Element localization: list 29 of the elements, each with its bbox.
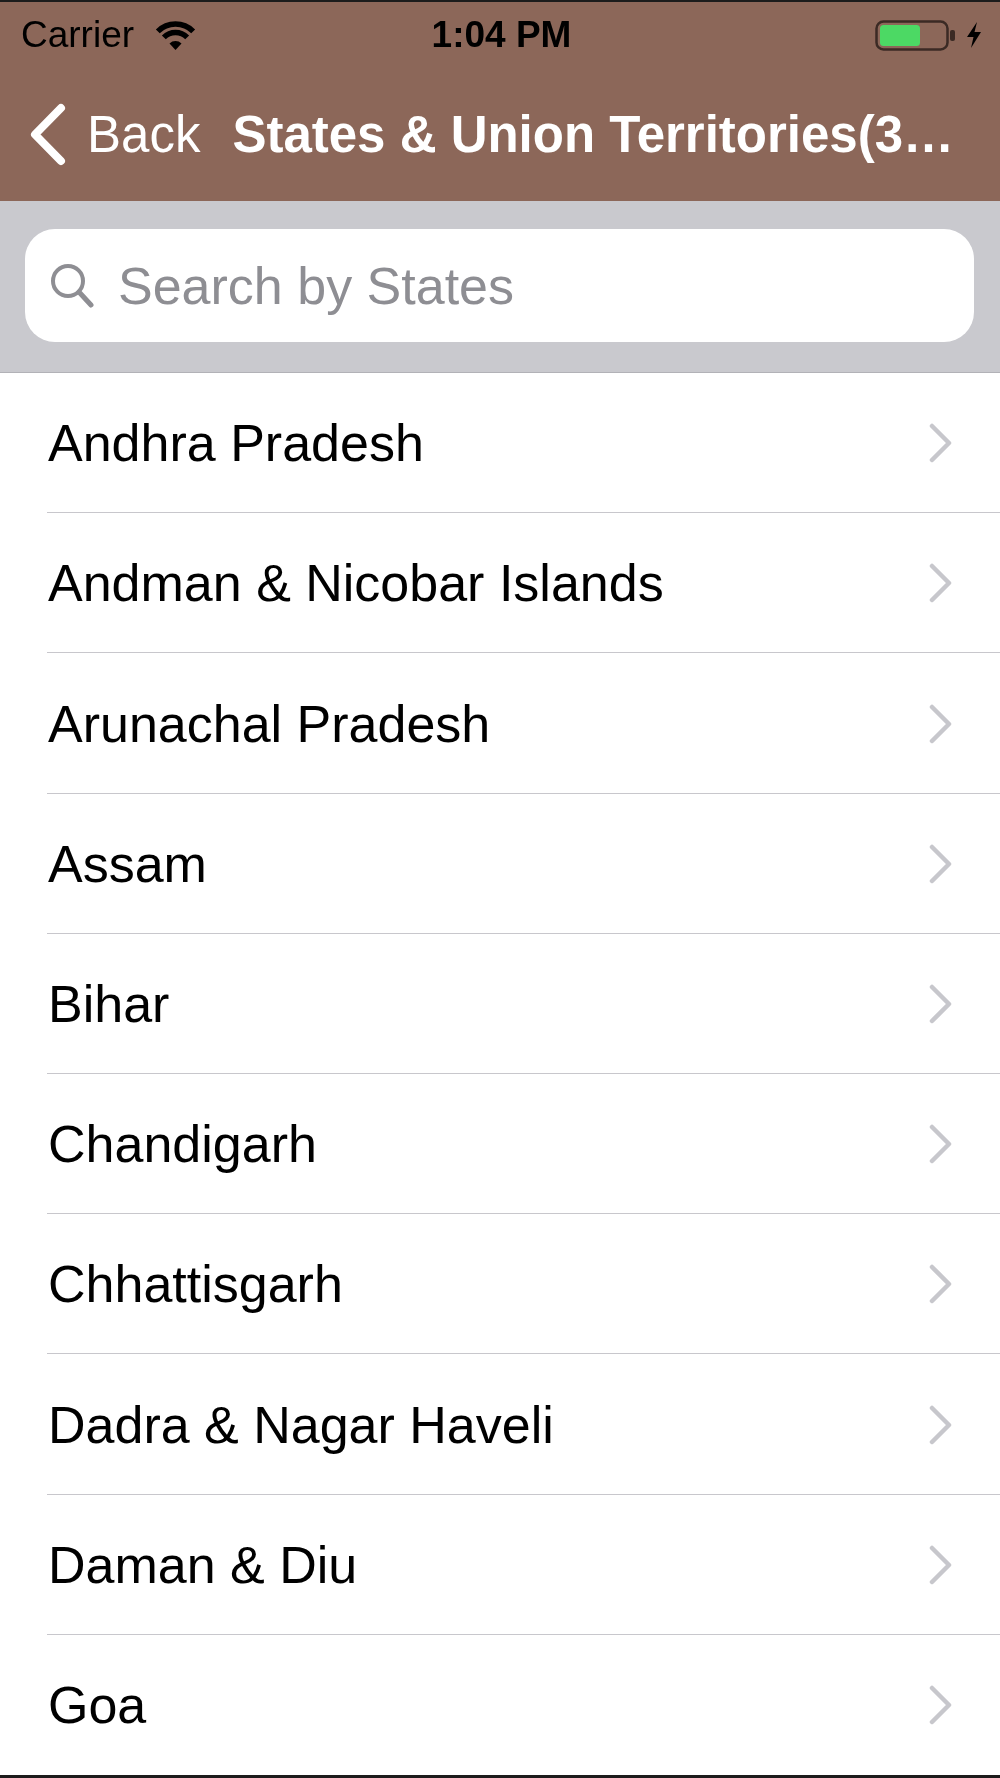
chevron-right-icon — [929, 1124, 952, 1165]
search-field[interactable]: Search by States — [25, 229, 974, 342]
state-list-item[interactable]: Chandigarh — [0, 1074, 1000, 1215]
state-list-item[interactable]: Arunachal Pradesh — [0, 653, 1000, 794]
chevron-right-icon — [929, 1544, 952, 1585]
status-time: 1:04 PM — [431, 14, 572, 56]
charging-bolt-icon — [966, 22, 982, 48]
search-icon — [50, 263, 94, 308]
state-list-item[interactable]: Bihar — [0, 933, 1000, 1074]
state-list-item[interactable]: Chhattisgarh — [0, 1214, 1000, 1355]
chevron-left-icon — [29, 103, 66, 166]
state-list-item[interactable]: Goa — [0, 1634, 1000, 1775]
state-list-item[interactable]: Assam — [0, 793, 1000, 934]
nav-title: States & Union Territories(3… — [232, 105, 955, 164]
back-button[interactable]: Back — [29, 103, 201, 166]
chevron-right-icon — [929, 1404, 952, 1445]
chevron-right-icon — [929, 843, 952, 884]
state-list-item[interactable]: Dadra & Nagar Haveli — [0, 1354, 1000, 1495]
chevron-right-icon — [929, 423, 952, 464]
battery-icon — [875, 19, 957, 51]
state-list-item[interactable]: Daman & Diu — [0, 1494, 1000, 1635]
chevron-right-icon — [929, 983, 952, 1024]
chevron-right-icon — [929, 563, 952, 604]
state-list-item[interactable]: Andhra Pradesh — [0, 373, 1000, 514]
chevron-right-icon — [929, 1264, 952, 1305]
state-list-item[interactable]: Andman & Nicobar Islands — [0, 513, 1000, 654]
chevron-right-icon — [929, 1684, 952, 1725]
chevron-right-icon — [929, 703, 952, 744]
carrier-label: Carrier — [21, 14, 135, 56]
